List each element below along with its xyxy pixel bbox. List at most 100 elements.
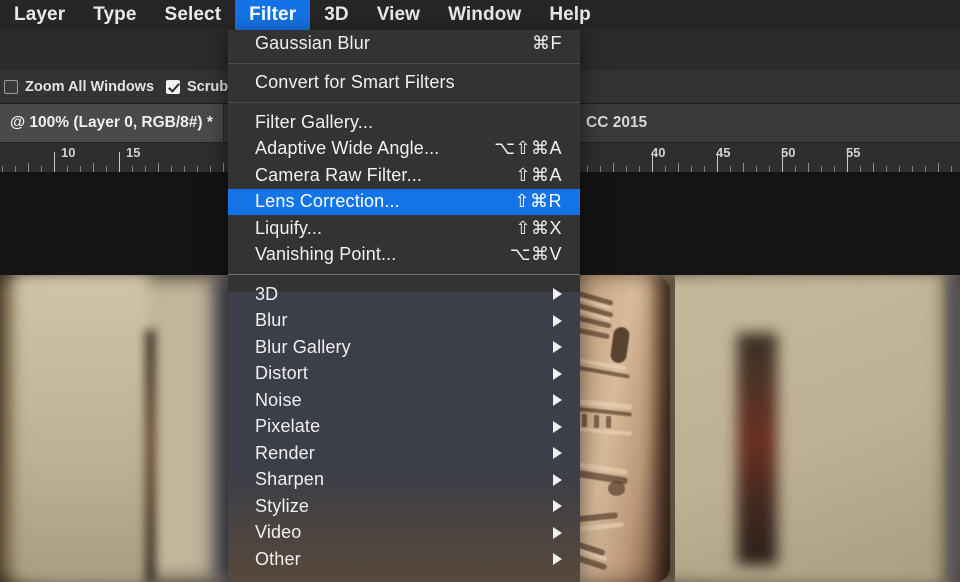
ruler-minor-tick (938, 163, 939, 172)
photo-left-wall-panel (14, 275, 148, 582)
submenu-arrow-icon (553, 420, 562, 433)
menu-item-label: Adaptive Wide Angle... (255, 138, 440, 159)
menu-item-label: Camera Raw Filter... (255, 164, 423, 185)
menu-item-distort[interactable]: Distort (228, 361, 580, 388)
menu-item-shortcut: ⇧⌘A (515, 164, 562, 185)
ruler-minor-tick (756, 166, 757, 172)
ruler-label: 50 (781, 145, 796, 160)
ruler-minor-tick (210, 166, 211, 172)
photoshop-window: 10 15 40 45 50 55 @ 100% (Layer 0, RGB/8#) * … (0, 0, 960, 582)
ruler-minor-tick (665, 166, 666, 172)
ruler-minor-tick (171, 166, 172, 172)
ruler-minor-tick (28, 163, 29, 172)
menu-item-3d[interactable]: 3D (228, 281, 580, 308)
menu-item-label: Liquify... (255, 217, 323, 238)
menu-item-video[interactable]: Video (228, 520, 580, 547)
ruler-minor-tick (600, 166, 601, 172)
zoom-all-windows-option[interactable]: Zoom All Windows (4, 79, 154, 95)
menu-item-lens-correction[interactable]: Lens Correction... ⇧⌘R (228, 188, 580, 215)
menubar-item-layer[interactable]: Layer (0, 0, 79, 30)
ruler-minor-tick (132, 166, 133, 172)
menu-item-label: Vanishing Point... (255, 244, 397, 265)
ruler-minor-tick (769, 166, 770, 172)
menu-bar: Layer Type Select Filter 3D View Window Help (0, 0, 960, 30)
ruler-minor-tick (704, 166, 705, 172)
ruler-minor-tick (808, 163, 809, 172)
menu-item-gaussian-blur[interactable]: Gaussian Blur ⌘F (228, 30, 580, 57)
submenu-arrow-icon (553, 367, 562, 380)
ruler-minor-tick (197, 166, 198, 172)
menu-item-shortcut: ⌘F (532, 32, 562, 53)
menu-item-shortcut: ⌥⇧⌘A (494, 138, 562, 159)
menu-item-other[interactable]: Other (228, 546, 580, 573)
menu-item-filter-gallery[interactable]: Filter Gallery... (228, 109, 580, 136)
ruler-label: 55 (846, 145, 861, 160)
ruler-minor-tick (730, 166, 731, 172)
ruler-minor-tick (223, 163, 224, 172)
ruler-label: 15 (126, 145, 141, 160)
menu-item-blur-gallery[interactable]: Blur Gallery (228, 334, 580, 361)
carve-notch (594, 415, 599, 428)
ruler-minor-tick (80, 166, 81, 172)
menu-separator (228, 62, 580, 64)
menu-item-label: Filter Gallery... (255, 111, 374, 132)
submenu-arrow-icon (553, 447, 562, 460)
ruler-major-tick (119, 152, 120, 172)
ruler-minor-tick (106, 166, 107, 172)
ruler-minor-tick (67, 166, 68, 172)
menubar-item-help[interactable]: Help (535, 0, 605, 30)
ruler-minor-tick (912, 166, 913, 172)
menubar-item-type[interactable]: Type (79, 0, 150, 30)
submenu-arrow-icon (553, 394, 562, 407)
filter-dropdown-menu[interactable]: Gaussian Blur ⌘F Convert for Smart Filters… (228, 30, 580, 582)
zoom-all-windows-checkbox[interactable] (4, 79, 18, 94)
submenu-arrow-icon (553, 288, 562, 301)
menu-item-liquify[interactable]: Liquify... ⇧⌘X (228, 215, 580, 242)
ruler-minor-tick (925, 166, 926, 172)
menu-item-label: Pixelate (255, 416, 321, 437)
menu-item-adaptive-wide-angle[interactable]: Adaptive Wide Angle... ⌥⇧⌘A (228, 136, 580, 163)
ruler-minor-tick (834, 166, 835, 172)
menubar-item-view[interactable]: View (363, 0, 434, 30)
menubar-item-3d[interactable]: 3D (310, 0, 363, 30)
photo-right-wall (660, 275, 950, 582)
menu-item-convert-for-smart-filters[interactable]: Convert for Smart Filters (228, 70, 580, 97)
ruler-minor-tick (691, 166, 692, 172)
scrubby-zoom-checkbox[interactable] (166, 79, 181, 94)
filter-menu-items: Gaussian Blur ⌘F Convert for Smart Filters… (228, 30, 580, 582)
version-badge: CC 2015 (586, 113, 648, 131)
menu-item-sharpen[interactable]: Sharpen (228, 467, 580, 494)
submenu-arrow-icon (553, 526, 562, 539)
menu-item-pixelate[interactable]: Pixelate (228, 414, 580, 441)
ruler-minor-tick (158, 163, 159, 172)
document-tab[interactable]: @ 100% (Layer 0, RGB/8#) * (0, 103, 224, 142)
photo-framed-artwork (737, 333, 777, 565)
menu-item-camera-raw-filter[interactable]: Camera Raw Filter... ⇧⌘A (228, 162, 580, 189)
menu-item-blur[interactable]: Blur (228, 308, 580, 335)
ruler-minor-tick (2, 166, 3, 172)
ruler-minor-tick (951, 166, 952, 172)
menu-item-noise[interactable]: Noise (228, 387, 580, 414)
photo-wall-seam (146, 330, 155, 582)
menu-item-label: Convert for Smart Filters (255, 72, 455, 93)
menu-item-label: Sharpen (255, 469, 325, 490)
menubar-item-select[interactable]: Select (151, 0, 236, 30)
carve-hollow (608, 481, 625, 496)
ruler-minor-tick (678, 163, 679, 172)
ruler-minor-tick (145, 166, 146, 172)
menu-separator (228, 102, 580, 103)
menu-item-vanishing-point[interactable]: Vanishing Point... ⌥⌘V (228, 242, 580, 269)
ruler-minor-tick (795, 166, 796, 172)
menu-item-label: Distort (255, 363, 309, 384)
submenu-arrow-icon (553, 341, 562, 354)
ruler-minor-tick (821, 166, 822, 172)
menu-separator (228, 274, 580, 275)
menu-item-label: 3D (255, 283, 279, 304)
menu-item-stylize[interactable]: Stylize (228, 493, 580, 520)
menubar-item-filter[interactable]: Filter (235, 0, 311, 30)
menu-item-label: Noise (255, 389, 302, 410)
menubar-item-window[interactable]: Window (434, 0, 535, 30)
ruler-minor-tick (639, 166, 640, 172)
submenu-arrow-icon (553, 500, 562, 513)
menu-item-render[interactable]: Render (228, 440, 580, 467)
